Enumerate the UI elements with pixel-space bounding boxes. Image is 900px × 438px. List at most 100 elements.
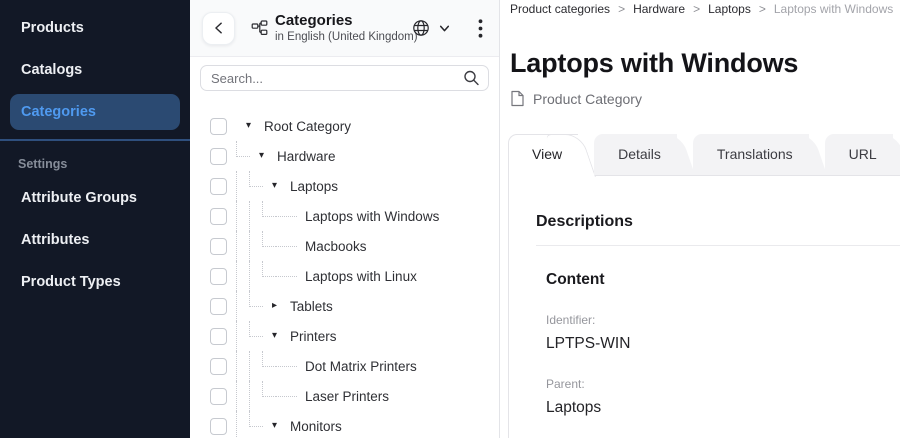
collapse-arrow-icon[interactable]: ▾ — [272, 421, 277, 431]
tree-item-label[interactable]: Monitors — [290, 419, 342, 434]
tree-item-label[interactable]: Macbooks — [305, 239, 367, 254]
section-title: Descriptions — [536, 213, 900, 231]
tree-connector — [249, 381, 262, 411]
tree-connectors — [236, 261, 275, 291]
tab-details[interactable]: Details — [594, 134, 695, 175]
tab-label: Details — [594, 134, 695, 175]
tree-connector — [275, 231, 297, 261]
tree-item-label[interactable]: Root Category — [264, 119, 351, 134]
tree-item-label[interactable]: Laptops with Windows — [305, 209, 439, 224]
collapse-arrow-icon[interactable]: ▾ — [272, 181, 277, 191]
panel-title: Categories — [275, 12, 418, 29]
sidebar-nav: Products Catalogs Categories — [0, 0, 190, 130]
tree-item-label[interactable]: Laptops — [290, 179, 338, 194]
sidebar-item-attribute-groups[interactable]: Attribute Groups — [10, 180, 180, 216]
sidebar-settings-nav: Attribute Groups Attributes Product Types — [0, 180, 190, 300]
sidebar-item-label: Categories — [21, 104, 96, 120]
breadcrumb-link-hardware[interactable]: Hardware — [633, 2, 685, 16]
tab-content-card: Descriptions Content Identifier:LPTPS-WI… — [508, 175, 900, 438]
tree-item-label[interactable]: Tablets — [290, 299, 333, 314]
sidebar-item-label: Attributes — [21, 232, 89, 248]
tree-row-laptops-with-windows[interactable]: Laptops with Windows — [190, 201, 499, 231]
checkbox[interactable] — [210, 328, 227, 345]
sidebar-item-products[interactable]: Products — [10, 10, 180, 46]
tree-connectors — [236, 291, 262, 321]
collapse-arrow-icon[interactable]: ▾ — [272, 331, 277, 341]
tree-item-label[interactable]: Hardware — [277, 149, 336, 164]
tree-connectors — [236, 381, 275, 411]
globe-icon — [411, 18, 431, 38]
tab-bar: ViewDetailsTranslationsURL — [508, 134, 900, 175]
tab-url[interactable]: URL — [825, 134, 900, 175]
sidebar-item-catalogs[interactable]: Catalogs — [10, 52, 180, 88]
category-tree: ▾ Root Category ▾ Hardware ▾ Laptops Laptops w… — [190, 111, 499, 438]
field-parent: Parent: Laptops — [546, 377, 900, 417]
tree-row-laptops[interactable]: ▾ Laptops — [190, 171, 499, 201]
checkbox[interactable] — [210, 238, 227, 255]
tree-item-label[interactable]: Laser Printers — [305, 389, 389, 404]
tree-connector — [236, 141, 249, 171]
tree-toggle[interactable]: ▾ — [249, 151, 269, 161]
page-title: Laptops with Windows — [510, 48, 900, 79]
checkbox[interactable] — [210, 298, 227, 315]
search-input[interactable] — [200, 65, 489, 91]
tab-translations[interactable]: Translations — [693, 134, 827, 175]
tab-view[interactable]: View — [508, 134, 596, 175]
panel-menu-button[interactable] — [474, 17, 487, 40]
page-subtitle: Product Category — [510, 90, 900, 107]
locale-selector[interactable] — [411, 18, 451, 38]
tree-connector — [262, 231, 275, 261]
breadcrumb: Product categories>Hardware>Laptops>Lapt… — [510, 0, 900, 16]
tree-connector — [236, 351, 249, 381]
tree-row-monitors[interactable]: ▾ Monitors — [190, 411, 499, 438]
checkbox[interactable] — [210, 268, 227, 285]
tree-item-label[interactable]: Laptops with Linux — [305, 269, 417, 284]
expand-arrow-icon[interactable]: ▸ — [272, 301, 277, 311]
checkbox[interactable] — [210, 418, 227, 435]
checkbox[interactable] — [210, 148, 227, 165]
tree-connector — [236, 321, 249, 351]
subsection-title: Content — [546, 271, 900, 289]
panel-titles: Categories in English (United Kingdom) — [275, 12, 418, 44]
collapse-arrow-icon[interactable]: ▾ — [259, 151, 264, 161]
tree-toggle[interactable]: ▾ — [262, 181, 282, 191]
back-button[interactable] — [202, 12, 235, 45]
checkbox[interactable] — [210, 358, 227, 375]
tree-row-laptops-with-linux[interactable]: Laptops with Linux — [190, 261, 499, 291]
breadcrumb-separator: > — [759, 2, 766, 16]
tree-row-dot-matrix-printers[interactable]: Dot Matrix Printers — [190, 351, 499, 381]
collapse-arrow-icon[interactable]: ▾ — [246, 121, 251, 131]
tab-label: URL — [825, 134, 900, 175]
tree-toggle[interactable]: ▾ — [262, 331, 282, 341]
tree-row-macbooks[interactable]: Macbooks — [190, 231, 499, 261]
sidebar-item-product-types[interactable]: Product Types — [10, 264, 180, 300]
checkbox[interactable] — [210, 208, 227, 225]
tree-connector — [249, 201, 262, 231]
tree-row-root-category[interactable]: ▾ Root Category — [190, 111, 499, 141]
field-value: Laptops — [546, 399, 900, 417]
tree-row-laser-printers[interactable]: Laser Printers — [190, 381, 499, 411]
tree-connector — [236, 381, 249, 411]
field-label: Parent: — [546, 377, 900, 391]
sidebar-item-categories[interactable]: Categories — [10, 94, 180, 130]
tree-connector — [275, 381, 297, 411]
tree-row-printers[interactable]: ▾ Printers — [190, 321, 499, 351]
tree-connector — [249, 261, 262, 291]
sidebar-item-attributes[interactable]: Attributes — [10, 222, 180, 258]
checkbox[interactable] — [210, 118, 227, 135]
breadcrumb-link-laptops[interactable]: Laptops — [708, 2, 751, 16]
search-bar — [190, 57, 499, 99]
tree-row-hardware[interactable]: ▾ Hardware — [190, 141, 499, 171]
tree-toggle[interactable]: ▾ — [236, 121, 256, 131]
panel-title-block: Categories in English (United Kingdom) — [251, 12, 400, 44]
tree-item-label[interactable]: Printers — [290, 329, 337, 344]
breadcrumb-link-product-categories[interactable]: Product categories — [510, 2, 610, 16]
tree-toggle[interactable]: ▾ — [262, 421, 282, 431]
tree-row-tablets[interactable]: ▸ Tablets — [190, 291, 499, 321]
tree-connector — [236, 291, 249, 321]
checkbox[interactable] — [210, 388, 227, 405]
breadcrumb-separator: > — [618, 2, 625, 16]
checkbox[interactable] — [210, 178, 227, 195]
tree-toggle[interactable]: ▸ — [262, 301, 282, 311]
tree-item-label[interactable]: Dot Matrix Printers — [305, 359, 417, 374]
